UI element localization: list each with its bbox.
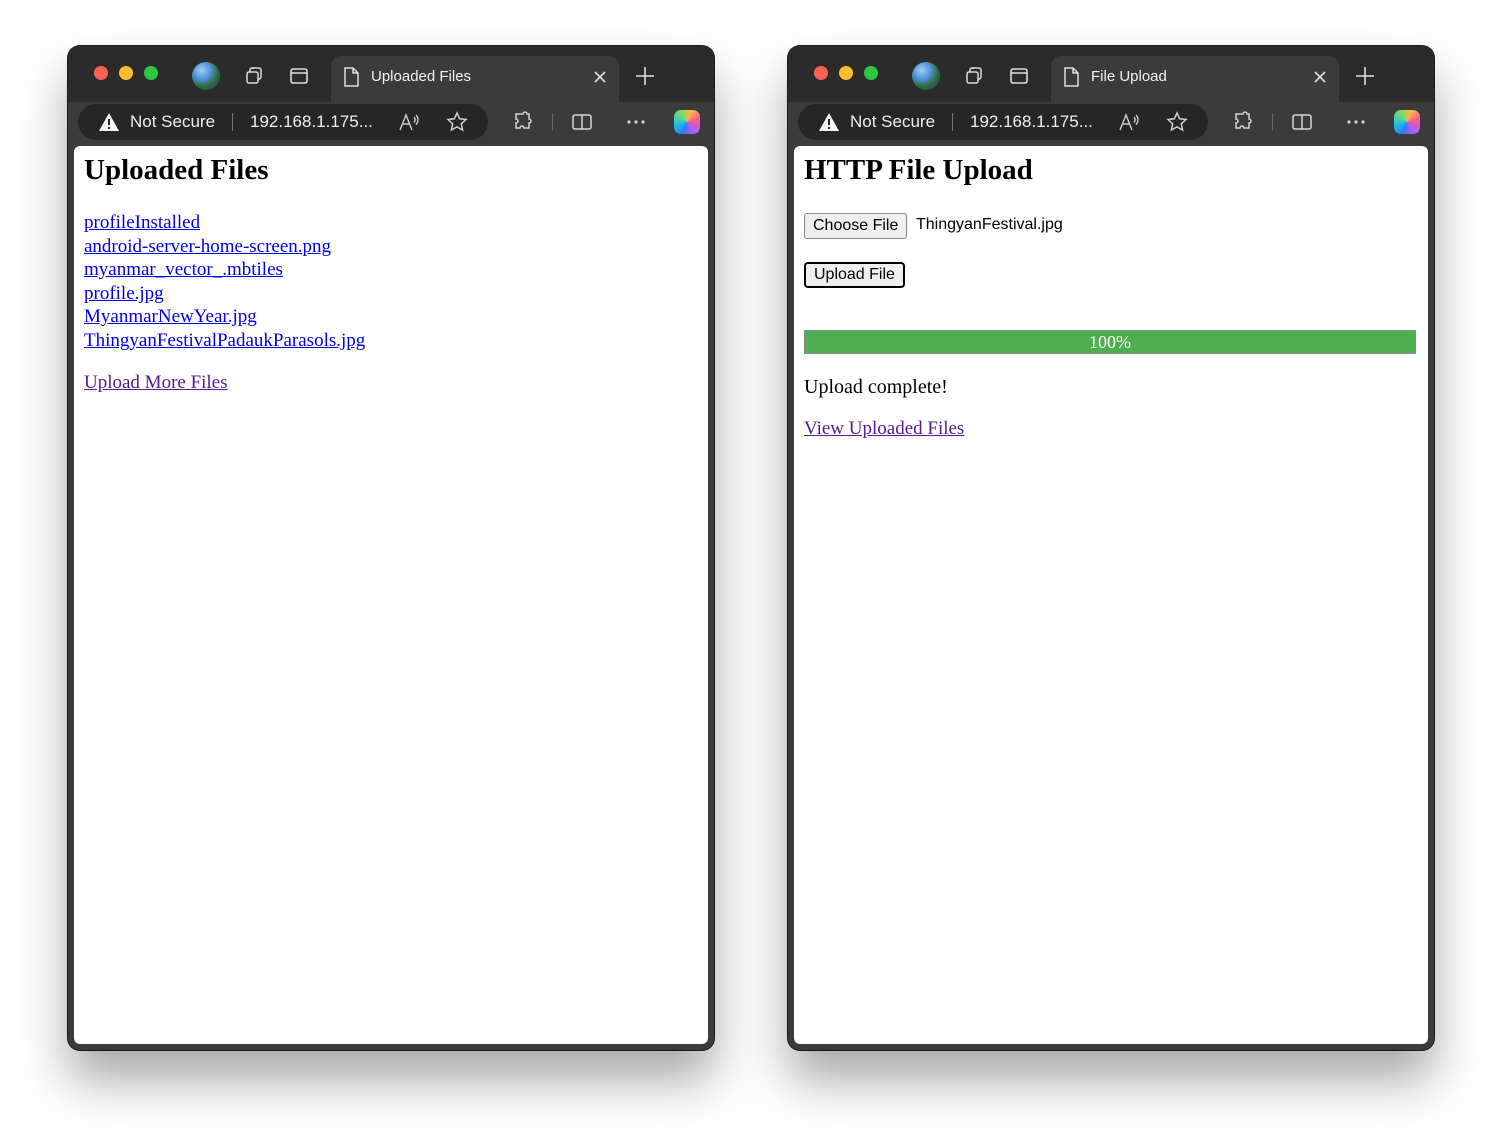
tab-title: File Upload [1091,68,1167,85]
favorite-star-icon[interactable] [446,111,468,133]
tab-actions-icon[interactable] [288,65,310,87]
file-link[interactable]: profileInstalled [84,212,200,233]
toolbar-separator [1272,113,1273,131]
copilot-icon[interactable] [674,110,700,134]
extensions-icon[interactable] [512,111,534,133]
globe-icon[interactable] [192,62,220,90]
read-aloud-icon[interactable] [1118,112,1140,132]
url-text[interactable]: 192.168.1.175... [970,112,1093,132]
address-bar[interactable]: Not Secure 192.168.1.175... [78,104,488,140]
security-label[interactable]: Not Secure [850,112,935,132]
close-window-button[interactable] [94,66,108,80]
tab-file-upload[interactable]: File Upload [1051,56,1339,102]
url-text[interactable]: 192.168.1.175... [250,112,373,132]
upload-file-button[interactable]: Upload File [804,262,905,288]
page-icon [341,66,361,88]
list-item: profile.jpg [84,283,365,307]
zoom-window-button[interactable] [864,66,878,80]
warning-icon[interactable] [818,112,840,132]
tab-groups-icon[interactable] [244,65,266,87]
favorite-star-icon[interactable] [1166,111,1188,133]
toolbar-separator [552,113,553,131]
warning-icon[interactable] [98,112,120,132]
chosen-file-name: ThingyanFestival.jpg [916,216,1063,233]
more-menu-icon[interactable] [625,111,647,133]
address-bar[interactable]: Not Secure 192.168.1.175... [798,104,1208,140]
copilot-icon[interactable] [1394,110,1420,134]
new-tab-icon[interactable] [634,65,656,87]
address-separator [232,113,233,131]
extensions-icon[interactable] [1232,111,1254,133]
page-title: Uploaded Files [84,154,269,186]
more-menu-icon[interactable] [1345,111,1367,133]
close-icon[interactable] [1313,70,1327,84]
close-window-button[interactable] [814,66,828,80]
new-tab-icon[interactable] [1354,65,1376,87]
browser-window-file-upload: File Upload Not Secure 192.168.1.175... [788,46,1434,1050]
tab-groups-icon[interactable] [964,65,986,87]
minimize-window-button[interactable] [839,66,853,80]
upload-more-files-link[interactable]: Upload More Files [84,372,228,394]
split-screen-icon[interactable] [571,111,593,133]
file-link[interactable]: profile.jpg [84,283,164,304]
upload-progress-bar: 100% [804,330,1416,354]
tab-uploaded-files[interactable]: Uploaded Files [331,56,619,102]
file-link[interactable]: android-server-home-screen.png [84,236,331,257]
traffic-lights [814,66,878,80]
globe-icon[interactable] [912,62,940,90]
tab-bar: File Upload [788,46,1434,102]
browser-window-uploaded-files: Uploaded Files Not Secure 192.168.1.175.… [68,46,714,1050]
file-link[interactable]: myanmar_vector_.mbtiles [84,259,283,280]
upload-status: Upload complete! [804,376,948,398]
view-uploaded-files-link[interactable]: View Uploaded Files [804,418,964,440]
page-content: HTTP File Upload Choose File ThingyanFes… [794,146,1428,1044]
traffic-lights [94,66,158,80]
close-icon[interactable] [593,70,607,84]
file-list: profileInstalled android-server-home-scr… [84,212,365,354]
address-separator [952,113,953,131]
file-link[interactable]: ThingyanFestivalPadaukParasols.jpg [84,330,365,351]
file-link[interactable]: MyanmarNewYear.jpg [84,306,257,327]
minimize-window-button[interactable] [119,66,133,80]
page-icon [1061,66,1081,88]
page-title: HTTP File Upload [804,154,1033,186]
progress-label: 100% [1089,332,1131,352]
tab-title: Uploaded Files [371,68,472,85]
security-label[interactable]: Not Secure [130,112,215,132]
page-content: Uploaded Files profileInstalled android-… [74,146,708,1044]
list-item: ThingyanFestivalPadaukParasols.jpg [84,330,365,354]
choose-file-button[interactable]: Choose File [804,213,908,239]
list-item: myanmar_vector_.mbtiles [84,259,365,283]
split-screen-icon[interactable] [1291,111,1313,133]
zoom-window-button[interactable] [144,66,158,80]
list-item: MyanmarNewYear.jpg [84,306,365,330]
list-item: profileInstalled [84,212,365,236]
tab-bar: Uploaded Files [68,46,714,102]
list-item: android-server-home-screen.png [84,236,365,260]
read-aloud-icon[interactable] [398,112,420,132]
tab-actions-icon[interactable] [1008,65,1030,87]
